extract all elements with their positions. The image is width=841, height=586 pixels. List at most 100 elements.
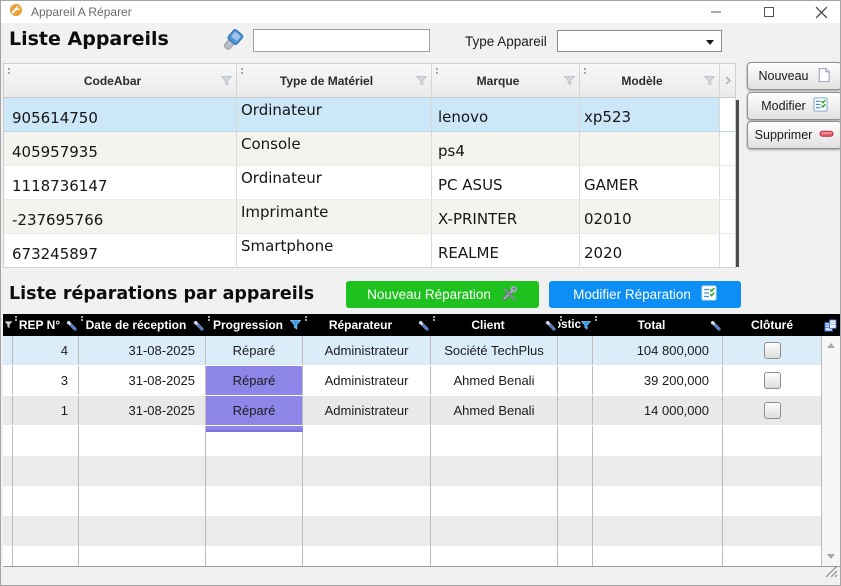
empty-cell xyxy=(431,546,558,567)
cloture-checkbox[interactable] xyxy=(764,372,781,389)
nouveau-reparation-button[interactable]: Nouveau Réparation xyxy=(346,281,539,308)
key-icon xyxy=(545,320,556,331)
empty-cell xyxy=(723,546,821,567)
cell-modele xyxy=(580,132,720,165)
empty-cell xyxy=(13,426,79,456)
scroll-down-icon[interactable] xyxy=(827,554,835,559)
empty-cell xyxy=(79,456,206,486)
cell-cloture xyxy=(723,366,821,395)
empty-cell xyxy=(431,516,558,546)
cell-total: 104 800,000 xyxy=(593,336,723,365)
cell-codeabar: -237695766 xyxy=(4,200,237,233)
column-header-reparateur[interactable]: Réparateur xyxy=(303,314,431,336)
empty-cell xyxy=(13,546,79,567)
resize-grip[interactable] xyxy=(825,565,838,583)
appareil-row[interactable]: -237695766 Imprimante X-PRINTER 02010 xyxy=(4,200,735,234)
grid-scroll-corner[interactable] xyxy=(720,64,735,97)
scroll-up-icon[interactable] xyxy=(827,343,835,348)
empty-cell xyxy=(3,456,13,486)
column-header-type-materiel[interactable]: Type de Matériel xyxy=(237,64,432,97)
vertical-scrollbar[interactable] xyxy=(821,336,840,566)
empty-cell xyxy=(3,516,13,546)
filter-funnel-icon[interactable] xyxy=(290,320,301,330)
empty-row xyxy=(3,516,840,546)
header-filter-corner[interactable] xyxy=(3,314,13,336)
cell-codeabar: 1118736147 xyxy=(4,166,237,199)
empty-cell xyxy=(13,486,79,516)
cloture-checkbox[interactable] xyxy=(764,342,781,359)
cell-filler xyxy=(720,234,735,267)
column-chooser-icon[interactable] xyxy=(821,314,840,336)
empty-cell xyxy=(303,426,431,456)
column-label: Client xyxy=(431,318,545,332)
scrollbar-thumb[interactable] xyxy=(736,100,739,267)
empty-cell xyxy=(593,486,723,516)
nouveau-button[interactable]: Nouveau xyxy=(747,62,841,90)
minimize-button[interactable] xyxy=(709,6,722,19)
empty-cell xyxy=(593,426,723,456)
cell-marque: X-PRINTER xyxy=(432,200,580,233)
filter-funnel-icon[interactable] xyxy=(221,76,232,86)
column-label: Modèle xyxy=(580,74,704,88)
empty-cell xyxy=(558,426,593,456)
column-label: Diagnostic xyxy=(558,319,581,331)
empty-cell xyxy=(723,486,821,516)
appareils-title: Liste Appareils xyxy=(9,28,169,50)
close-button[interactable] xyxy=(815,6,828,19)
modifier-reparation-button[interactable]: Modifier Réparation xyxy=(549,281,741,308)
filter-funnel-icon[interactable] xyxy=(704,76,715,86)
cell-marque: PC ASUS xyxy=(432,166,580,199)
modifier-button[interactable]: Modifier xyxy=(747,92,841,120)
column-header-date[interactable]: Date de réception xyxy=(79,314,206,336)
checklist-icon xyxy=(813,97,828,115)
column-header-diagnostic[interactable]: Diagnostic xyxy=(558,314,593,336)
type-appareil-select[interactable] xyxy=(557,30,722,52)
column-header-cloture[interactable]: Clôturé xyxy=(723,314,821,336)
column-header-client[interactable]: Client xyxy=(431,314,558,336)
empty-cell xyxy=(206,486,303,516)
empty-cell xyxy=(558,486,593,516)
empty-cell xyxy=(593,516,723,546)
reparation-row[interactable]: 1 31-08-2025 Réparé Administrateur Ahmed… xyxy=(3,396,840,426)
cell-indicator xyxy=(3,396,13,425)
reparation-row[interactable]: 4 31-08-2025 Réparé Administrateur Socié… xyxy=(3,336,840,366)
empty-cell xyxy=(79,546,206,567)
empty-cell xyxy=(206,516,303,546)
appareil-row[interactable]: 673245897 Smartphone REALME 2020 xyxy=(4,234,735,268)
appareil-row[interactable]: 1118736147 Ordinateur PC ASUS GAMER xyxy=(4,166,735,200)
column-header-codeabar[interactable]: CodeAbar xyxy=(4,64,237,97)
supprimer-button[interactable]: Supprimer xyxy=(747,121,841,149)
filter-funnel-icon[interactable] xyxy=(416,76,427,86)
column-header-total[interactable]: Total xyxy=(593,314,723,336)
cell-progression: Réparé xyxy=(206,396,303,425)
empty-row xyxy=(3,486,840,516)
empty-cell xyxy=(593,456,723,486)
appareil-row[interactable]: 905614750 Ordinateur lenovo xp523 xyxy=(4,98,735,132)
cell-type: Ordinateur xyxy=(237,166,432,199)
filter-funnel-icon[interactable] xyxy=(581,321,591,330)
reparations-grid: REP N° Date de réception Progression Rép… xyxy=(3,314,840,567)
cell-diagnostic xyxy=(558,336,593,365)
cell-modele: 2020 xyxy=(580,234,720,267)
cloture-checkbox[interactable] xyxy=(764,402,781,419)
column-header-rep[interactable]: REP N° xyxy=(13,314,79,336)
app-window: Appareil A Réparer Liste Appareils Type … xyxy=(0,0,841,586)
empty-cell xyxy=(303,486,431,516)
empty-rows xyxy=(3,426,840,567)
filter-funnel-icon[interactable] xyxy=(564,76,575,86)
cell-indicator xyxy=(3,366,13,395)
column-label: CodeAbar xyxy=(4,74,221,88)
cell-filler xyxy=(720,200,735,233)
column-header-marque[interactable]: Marque xyxy=(432,64,580,97)
appareil-row[interactable]: 405957935 Console ps4 xyxy=(4,132,735,166)
cell-modele: xp523 xyxy=(580,98,720,131)
column-header-modele[interactable]: Modèle xyxy=(580,64,720,97)
empty-cell xyxy=(558,516,593,546)
reparation-row[interactable]: 3 31-08-2025 Réparé Administrateur Ahmed… xyxy=(3,366,840,396)
column-header-progression[interactable]: Progression xyxy=(206,314,303,336)
codeabar-search-input[interactable] xyxy=(253,29,430,52)
cell-filler xyxy=(720,98,735,131)
cell-marque: REALME xyxy=(432,234,580,267)
maximize-button[interactable] xyxy=(762,6,775,19)
empty-cell xyxy=(13,456,79,486)
